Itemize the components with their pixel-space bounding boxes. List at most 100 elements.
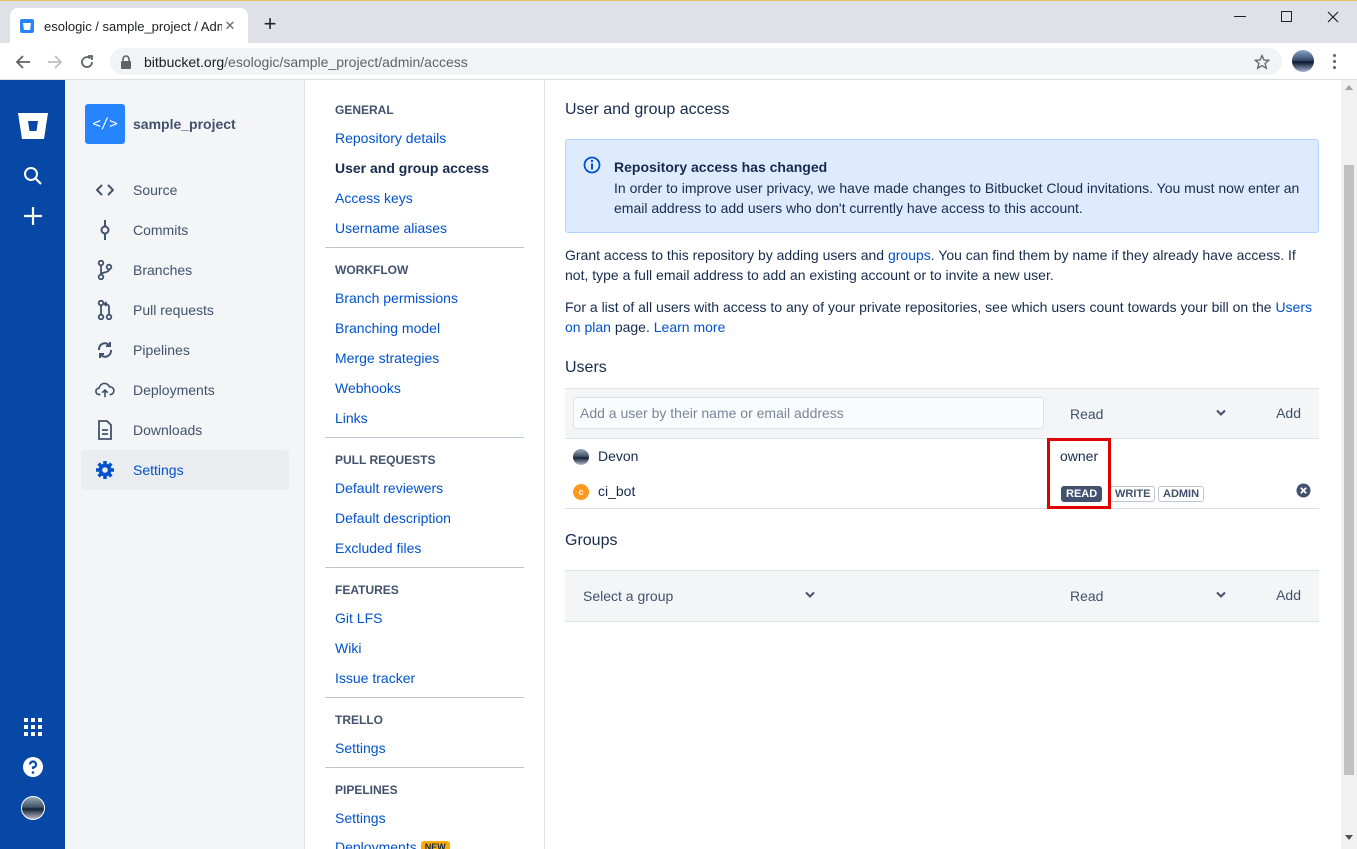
settings-link-excluded-files[interactable]: Excluded files <box>335 540 421 556</box>
project-header[interactable]: </> sample_project <box>85 104 236 144</box>
gear-icon <box>95 460 115 480</box>
main-content: User and group access Repository access … <box>545 80 1341 849</box>
browser-tab[interactable]: esologic / sample_project / Admin ✕ <box>10 8 248 44</box>
settings-link-issue-tracker[interactable]: Issue tracker <box>335 670 415 686</box>
settings-link-pipelines-settings[interactable]: Settings <box>335 810 386 826</box>
group-select-placeholder: Select a group <box>583 587 674 604</box>
bitbucket-logo-icon[interactable] <box>17 110 49 142</box>
settings-link-username-aliases[interactable]: Username aliases <box>335 220 447 236</box>
user-permission-select[interactable]: Read <box>1070 389 1230 438</box>
settings-link-repository-details[interactable]: Repository details <box>335 130 446 146</box>
group-select[interactable]: Select a group <box>583 571 823 620</box>
settings-link-trello-settings[interactable]: Settings <box>335 740 386 756</box>
add-user-row: Read Add <box>565 388 1319 439</box>
avatar: c <box>573 484 589 500</box>
settings-heading-general: GENERAL <box>335 103 394 117</box>
settings-link-git-lfs[interactable]: Git LFS <box>335 610 382 626</box>
scrollbar-thumb[interactable] <box>1344 165 1354 775</box>
page-title: User and group access <box>565 101 730 118</box>
sidebar-item-pull-requests[interactable]: Pull requests <box>81 290 289 330</box>
close-window-icon[interactable] <box>1318 7 1348 27</box>
settings-link-wiki[interactable]: Wiki <box>335 640 361 656</box>
groups-heading: Groups <box>565 532 618 549</box>
settings-link-default-reviewers[interactable]: Default reviewers <box>335 480 443 496</box>
group-permission-select[interactable]: Read <box>1070 571 1230 620</box>
settings-heading-pull-requests: PULL REQUESTS <box>335 453 436 467</box>
sidebar-item-commits[interactable]: Commits <box>81 210 289 250</box>
help-icon[interactable] <box>20 754 46 780</box>
page-scrollbar[interactable] <box>1341 80 1357 849</box>
chevron-down-icon <box>805 591 815 599</box>
url-path: /esologic/sample_project/admin/access <box>224 53 468 70</box>
user-name: Devon <box>598 448 639 464</box>
lock-icon <box>120 54 134 69</box>
permission-write-button[interactable]: WRITE <box>1110 486 1156 502</box>
browser-menu-icon[interactable] <box>1328 52 1340 70</box>
code-icon <box>95 180 115 200</box>
maximize-icon[interactable] <box>1272 7 1302 27</box>
tab-close-icon[interactable]: ✕ <box>222 18 238 34</box>
sidebar-item-settings[interactable]: Settings <box>81 450 289 490</box>
new-tab-button[interactable]: + <box>261 13 279 35</box>
sidebar-item-label: Settings <box>133 462 184 478</box>
reload-icon[interactable] <box>77 52 97 72</box>
forward-arrow-icon[interactable] <box>45 52 65 72</box>
text: Grant access to this repository by addin… <box>565 247 888 263</box>
groups-link[interactable]: groups <box>888 247 931 263</box>
settings-link-webhooks[interactable]: Webhooks <box>335 380 401 396</box>
settings-link-access-keys[interactable]: Access keys <box>335 190 413 206</box>
browser-profile-avatar[interactable] <box>1292 50 1314 72</box>
back-arrow-icon[interactable] <box>13 52 33 72</box>
sidebar-item-source[interactable]: Source <box>81 170 289 210</box>
project-avatar-icon: </> <box>85 104 125 144</box>
info-banner: Repository access has changed In order t… <box>565 139 1319 233</box>
sidebar-item-downloads[interactable]: Downloads <box>81 410 289 450</box>
bookmark-star-icon[interactable] <box>1254 54 1270 70</box>
bitbucket-favicon-icon <box>20 19 34 33</box>
settings-link-user-group-access[interactable]: User and group access <box>335 160 489 176</box>
highlight-box <box>1047 438 1111 509</box>
permission-admin-button[interactable]: ADMIN <box>1158 486 1205 502</box>
users-heading: Users <box>565 359 607 376</box>
sidebar-item-label: Source <box>133 182 178 198</box>
divider <box>325 567 524 568</box>
sidebar-item-label: Pull requests <box>133 302 214 318</box>
settings-link-links[interactable]: Links <box>335 410 368 426</box>
url-field[interactable]: bitbucket.org/esologic/sample_project/ad… <box>110 48 1282 75</box>
user-avatar[interactable] <box>21 796 45 820</box>
sidebar-item-label: Pipelines <box>133 342 190 358</box>
sidebar-item-pipelines[interactable]: Pipelines <box>81 330 289 370</box>
divider <box>565 508 1319 509</box>
settings-link-merge-strategies[interactable]: Merge strategies <box>335 350 439 366</box>
search-icon[interactable] <box>20 163 46 189</box>
create-plus-icon[interactable] <box>20 203 46 229</box>
divider <box>325 437 524 438</box>
settings-link-default-description[interactable]: Default description <box>335 510 451 526</box>
branch-icon <box>95 260 115 280</box>
minimize-icon[interactable] <box>1225 7 1255 27</box>
add-group-button[interactable]: Add <box>1276 587 1301 603</box>
users-on-plan-description: For a list of all users with access to a… <box>565 297 1321 337</box>
add-user-button[interactable]: Add <box>1276 405 1301 421</box>
tab-title: esologic / sample_project / Admin <box>44 18 222 34</box>
scroll-down-icon[interactable] <box>1345 835 1353 841</box>
global-nav <box>0 80 65 849</box>
scroll-up-icon[interactable] <box>1345 84 1353 90</box>
sidebar-item-branches[interactable]: Branches <box>81 250 289 290</box>
add-user-input[interactable] <box>573 397 1044 429</box>
add-group-row: Select a group Read Add <box>565 570 1319 622</box>
divider <box>325 767 524 768</box>
chevron-down-icon <box>1216 409 1226 417</box>
permission-value: Read <box>1070 405 1104 422</box>
sidebar-item-deployments[interactable]: Deployments <box>81 370 289 410</box>
remove-user-icon[interactable] <box>1296 483 1311 498</box>
commit-icon <box>95 220 115 240</box>
banner-text: In order to improve user privacy, we hav… <box>614 180 1300 216</box>
deploy-icon <box>95 380 115 400</box>
document-icon <box>95 420 115 440</box>
settings-link-pipelines-deployments[interactable]: Deployments NEW <box>335 839 450 849</box>
settings-link-branching-model[interactable]: Branching model <box>335 320 440 336</box>
learn-more-link[interactable]: Learn more <box>654 319 726 335</box>
app-switcher-icon[interactable] <box>20 714 46 740</box>
settings-link-branch-permissions[interactable]: Branch permissions <box>335 290 458 306</box>
